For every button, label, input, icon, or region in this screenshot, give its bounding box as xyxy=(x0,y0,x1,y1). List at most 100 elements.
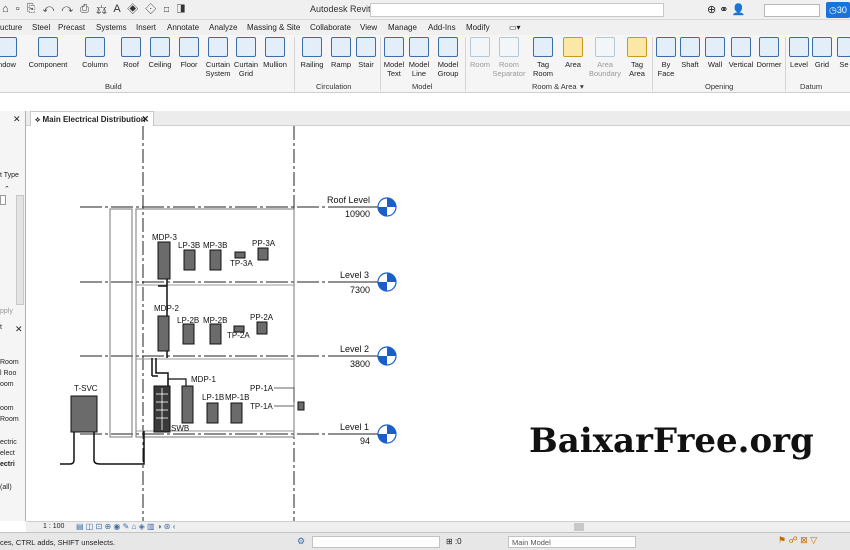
level-head-icon[interactable] xyxy=(377,346,397,366)
level-elevation-1: 94 xyxy=(360,436,370,446)
ramp-button[interactable]: Ramp xyxy=(329,37,353,69)
area-boundary-button[interactable]: Area Boundary xyxy=(586,37,624,78)
component-button[interactable]: Component xyxy=(26,37,70,69)
menu-collaborate[interactable]: Collaborate xyxy=(310,23,351,32)
group-room-area[interactable]: Room & Area xyxy=(532,82,577,91)
tab-main-electrical-distribution[interactable]: ⟡ Main Electrical Distribution ✕ xyxy=(30,111,154,126)
tag-area-button[interactable]: Tag Area xyxy=(624,37,650,78)
shaft-button[interactable]: Shaft xyxy=(679,37,701,69)
menu-modify[interactable]: Modify xyxy=(466,23,490,32)
curtain-grid-button[interactable]: Curtain Grid xyxy=(233,37,259,78)
view-control-icons[interactable]: ▤ ◫ ⊡ ⊕ ◉ ✎ ⌂ ◈ ▥ ◑ ⊛ ‹ xyxy=(76,522,175,531)
menu-systems[interactable]: Systems xyxy=(96,23,127,32)
contextual-tab-icon[interactable]: ▭▾ xyxy=(509,23,521,32)
panel-pp-3a[interactable] xyxy=(257,247,269,261)
level-head-icon[interactable] xyxy=(377,424,397,444)
panel-mdp-1[interactable] xyxy=(181,385,194,424)
level-head-icon[interactable] xyxy=(377,197,397,217)
panel-mp-3b[interactable] xyxy=(209,249,222,271)
quick-access-toolbar[interactable]: ⌂ ▫ ⎘ ↶ ↷ ⎙ ⚖ A ◈ ⟐ ◻ ◨ xyxy=(2,3,187,16)
floor-button[interactable]: Floor xyxy=(176,37,202,69)
model-line-button[interactable]: Model Line xyxy=(406,37,432,78)
panel-mp-2b[interactable] xyxy=(209,323,222,345)
panel-mdp-3[interactable] xyxy=(157,241,171,280)
menu-structure[interactable]: ucture xyxy=(0,23,22,32)
type-field[interactable] xyxy=(0,195,6,205)
elevation-view[interactable]: MDP-3 LP-3B MP-3B TP-3A PP-3A MDP-2 LP-2… xyxy=(26,126,850,521)
user-sign-in-field[interactable] xyxy=(764,4,820,17)
tag-room-button[interactable]: Tag Room xyxy=(529,37,557,78)
close-icon[interactable]: ✕ xyxy=(15,324,23,335)
workset-icon[interactable]: ⚙ xyxy=(297,536,305,547)
scroll-up-icon[interactable]: ⌃ xyxy=(4,185,10,193)
browser-item[interactable]: Room xyxy=(0,359,19,366)
level-head-icon[interactable] xyxy=(377,272,397,292)
panel-tp-3a[interactable] xyxy=(234,251,246,259)
panel-pp-2a[interactable] xyxy=(256,321,268,335)
label-mp-3b: MP-3B xyxy=(203,241,227,250)
browser-item[interactable]: oom xyxy=(0,381,14,388)
set-button[interactable]: Se xyxy=(836,37,850,69)
menu-precast[interactable]: Precast xyxy=(58,23,85,32)
close-icon[interactable]: ✕ xyxy=(13,114,21,125)
menu-manage[interactable]: Manage xyxy=(388,23,417,32)
wall-opening-button[interactable]: Wall xyxy=(704,37,726,69)
apply-button[interactable]: pply xyxy=(0,308,13,315)
search-input[interactable] xyxy=(370,3,664,17)
panel-mp-1b[interactable] xyxy=(230,402,243,424)
curtain-system-button[interactable]: Curtain System xyxy=(204,37,232,78)
railing-button[interactable]: Railing xyxy=(298,37,326,69)
room-separator-button[interactable]: Room Separator xyxy=(491,37,527,78)
room-button[interactable]: Room xyxy=(466,37,494,69)
panel-mdp-2[interactable] xyxy=(157,315,170,352)
ceiling-button[interactable]: Ceiling xyxy=(146,37,174,69)
transformer-t-svc[interactable] xyxy=(70,395,98,433)
area-button[interactable]: Area xyxy=(560,37,586,69)
browser-item[interactable]: (all) xyxy=(0,484,12,491)
browser-item[interactable]: oom xyxy=(0,405,14,412)
panel-lp-2b[interactable] xyxy=(182,323,195,345)
menu-insert[interactable]: Insert xyxy=(136,23,156,32)
roof-button[interactable]: Roof xyxy=(118,37,144,69)
browser-item[interactable]: l Roo xyxy=(0,370,16,377)
window-button[interactable]: ndow xyxy=(0,37,20,69)
grid-button[interactable]: Grid xyxy=(811,37,833,69)
menu-analyze[interactable]: Analyze xyxy=(209,23,237,32)
active-model-dropdown[interactable]: Main Model xyxy=(508,536,636,548)
close-tab-icon[interactable]: ✕ xyxy=(141,114,149,125)
browser-item[interactable]: ectric xyxy=(0,439,17,446)
drawing-area[interactable]: MDP-3 LP-3B MP-3B TP-3A PP-3A MDP-2 LP-2… xyxy=(26,126,850,521)
horizontal-scrollbar[interactable] xyxy=(574,523,584,531)
panel-lp-1b[interactable] xyxy=(206,402,219,424)
vertical-opening-button[interactable]: Vertical xyxy=(727,37,755,69)
browser-item-active[interactable]: ectri xyxy=(0,461,15,468)
by-face-button[interactable]: By Face xyxy=(655,37,677,78)
menu-massing-site[interactable]: Massing & Site xyxy=(247,23,300,32)
mullion-button[interactable]: Mullion xyxy=(260,37,290,69)
model-group-button[interactable]: Model Group xyxy=(434,37,462,78)
column-button[interactable]: Column xyxy=(78,37,112,69)
dropdown-arrow-icon[interactable]: ▾ xyxy=(580,82,584,91)
panel-lp-3b[interactable] xyxy=(183,249,196,271)
filter-icon[interactable]: ⊞ xyxy=(446,537,455,546)
view-scale[interactable]: 1 : 100 xyxy=(43,523,64,530)
stair-button[interactable]: Stair xyxy=(354,37,378,69)
browser-item[interactable]: elect xyxy=(0,450,15,457)
level-button[interactable]: Level xyxy=(788,37,810,69)
watermark-text: BaixarFree.org xyxy=(529,421,814,461)
service-conduit xyxy=(60,431,145,465)
panel-tp-1a[interactable] xyxy=(297,401,305,411)
menu-annotate[interactable]: Annotate xyxy=(167,23,199,32)
menu-view[interactable]: View xyxy=(360,23,377,32)
level-elevation-2: 3800 xyxy=(350,359,370,369)
help-icons[interactable]: ⊕ ⚭ 👤 xyxy=(707,3,745,16)
model-text-button[interactable]: Model Text xyxy=(381,37,407,78)
browser-item[interactable]: Room xyxy=(0,416,19,423)
trial-counter-badge[interactable]: ◷30 xyxy=(826,2,850,18)
dormer-button[interactable]: Dormer xyxy=(755,37,783,69)
selection-option-icons[interactable]: ⚑ ☍ ⊠ ▽ xyxy=(778,535,817,546)
menu-add-ins[interactable]: Add-Ins xyxy=(428,23,456,32)
properties-scrollbar[interactable] xyxy=(16,195,24,305)
menu-steel[interactable]: Steel xyxy=(32,23,50,32)
workset-dropdown[interactable] xyxy=(312,536,440,548)
